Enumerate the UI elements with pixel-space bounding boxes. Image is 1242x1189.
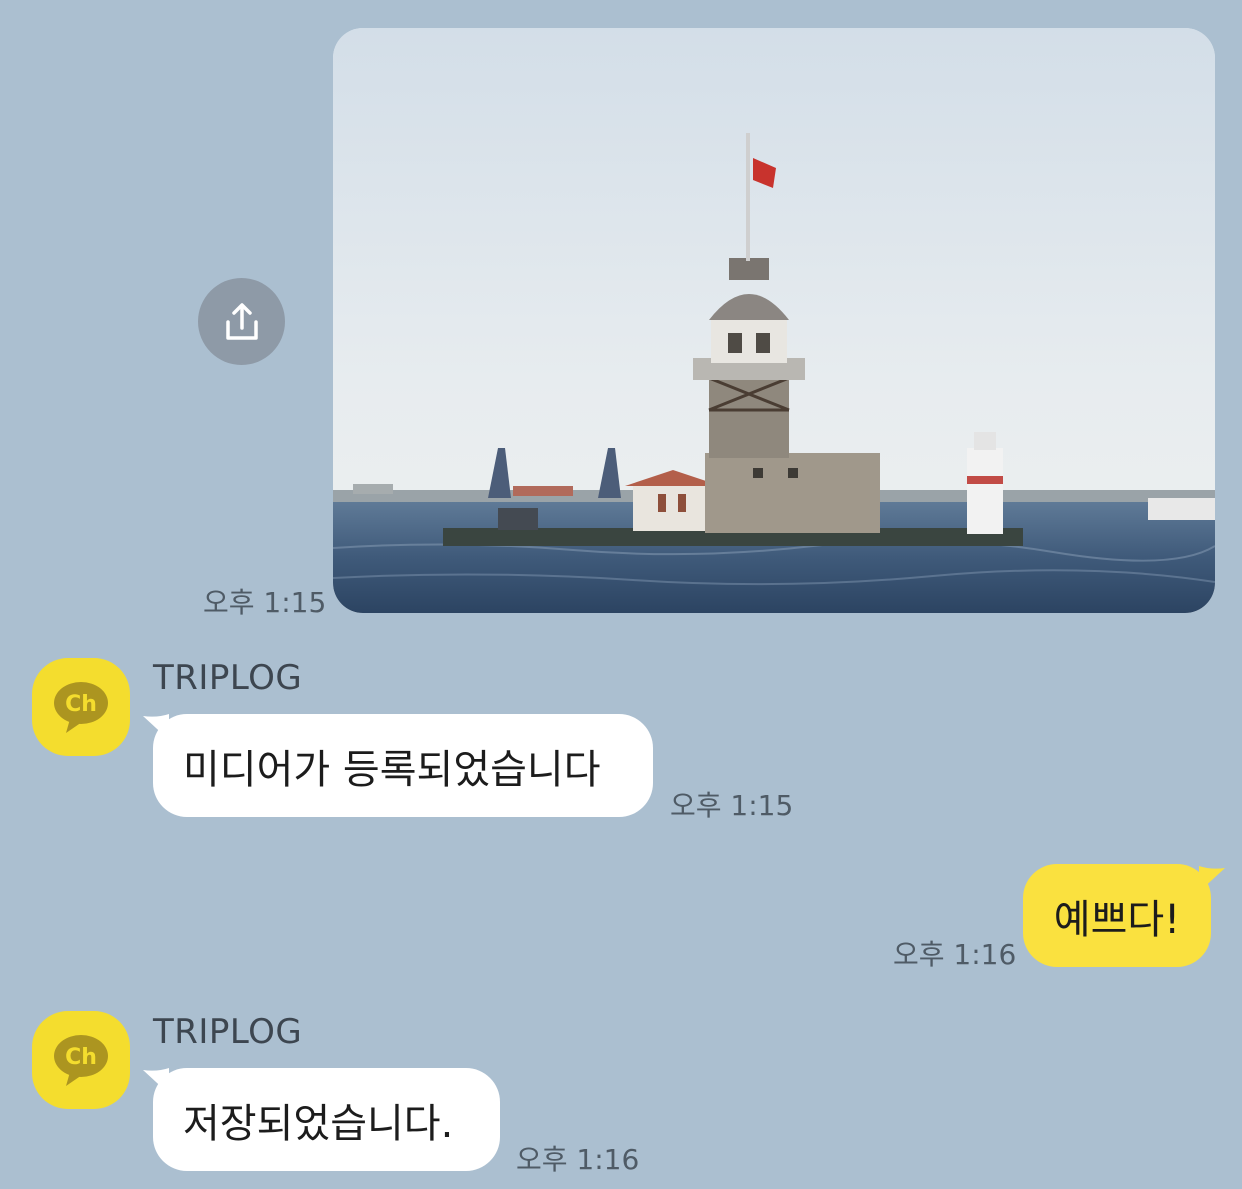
bubble-tail bbox=[1199, 866, 1225, 892]
message-bubble[interactable]: 저장되었습니다. bbox=[153, 1068, 500, 1171]
share-icon bbox=[225, 302, 258, 340]
shared-photo[interactable] bbox=[333, 28, 1215, 613]
sender-name: TRIPLOG bbox=[153, 1012, 303, 1052]
kakao-channel-icon: Ch bbox=[54, 1035, 108, 1086]
avatar[interactable]: Ch bbox=[32, 1011, 130, 1109]
message-bubble[interactable]: 예쁘다! bbox=[1023, 864, 1211, 967]
message-text: 미디어가 등록되었습니다 bbox=[183, 746, 601, 793]
avatar[interactable]: Ch bbox=[32, 658, 130, 756]
maidens-tower-photo bbox=[333, 28, 1215, 613]
message-bubble[interactable]: 미디어가 등록되었습니다 bbox=[153, 714, 653, 817]
message-text: 저장되었습니다. bbox=[183, 1100, 454, 1147]
avatar-label: Ch bbox=[65, 692, 97, 717]
message-text: 예쁘다! bbox=[1053, 896, 1181, 943]
sender-name: TRIPLOG bbox=[153, 658, 303, 698]
message-time: 오후 1:15 bbox=[203, 586, 327, 619]
message-time: 오후 1:15 bbox=[670, 789, 794, 822]
message-time: 오후 1:16 bbox=[516, 1143, 640, 1176]
avatar-label: Ch bbox=[65, 1045, 97, 1070]
kakao-channel-icon: Ch bbox=[54, 682, 108, 733]
share-button[interactable] bbox=[198, 278, 285, 365]
message-time: 오후 1:16 bbox=[893, 938, 1017, 971]
